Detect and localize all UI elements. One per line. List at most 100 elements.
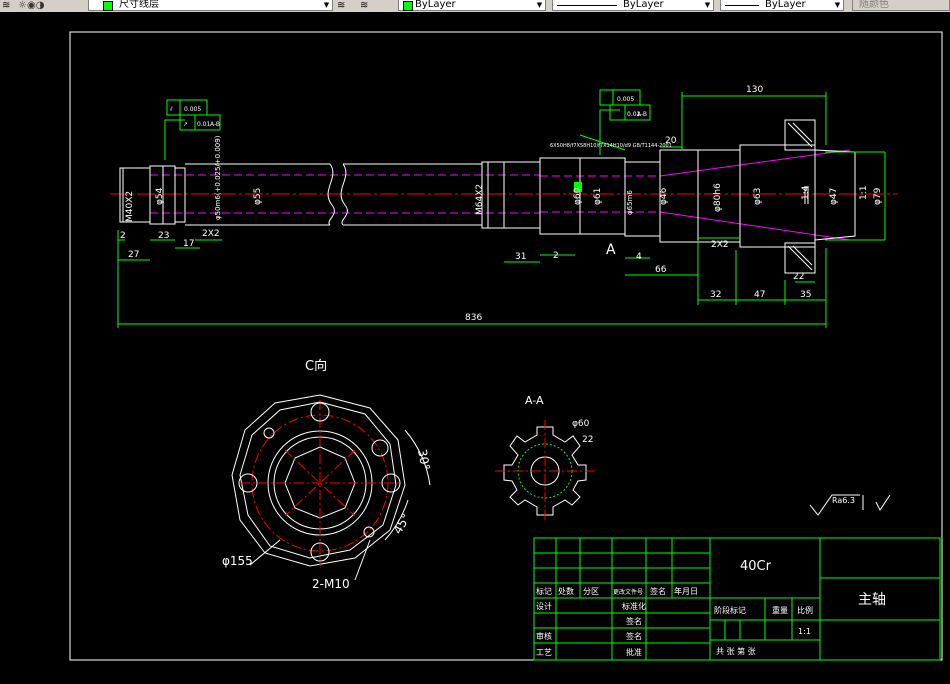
angle-45: 45°: [390, 511, 413, 536]
chevron-down-icon: ▼: [704, 1, 711, 9]
dim-17: 17: [183, 239, 194, 249]
spline-note: 6X50H8/f7X58H10/f7X14H10/d9 GB/T1144-200…: [550, 143, 672, 149]
dim-130: 130: [746, 85, 763, 95]
dim-phi54: φ54: [155, 187, 165, 205]
chevron-down-icon: ▼: [536, 1, 543, 9]
dim-phi60: φ60: [573, 187, 583, 205]
dim-2-left: 2: [120, 231, 126, 241]
linetype-dropdown[interactable]: ByLayer ▼: [552, 0, 714, 11]
color-value: ByLayer: [415, 0, 456, 10]
plotstyle-dropdown[interactable]: 随颜色: [852, 0, 950, 11]
layer-color-swatch: [103, 1, 113, 11]
taper-bore-bottom: [659, 211, 851, 241]
dim-phi63: φ63: [753, 188, 763, 205]
view-c: C向 φ155 2-M10 30° 45°: [222, 358, 433, 591]
layer-state-icons[interactable]: ☼◉◑: [18, 0, 44, 11]
shaft-main-view: [110, 119, 898, 274]
dim-2-mid: 2: [553, 251, 559, 261]
tol-left-sym2: ↗: [183, 121, 188, 128]
label-review: 审核: [536, 631, 552, 641]
dim-m64: M64X2: [475, 184, 485, 215]
dimension-lines: [117, 92, 886, 328]
dim-47: 47: [754, 290, 765, 300]
label-process: 工艺: [536, 648, 552, 657]
dim-phi46: φ46: [659, 187, 669, 205]
label-approve: 批准: [626, 647, 642, 657]
layer-previous-icon[interactable]: ≋: [360, 0, 368, 11]
flange-diameter: φ155: [222, 554, 253, 568]
label-sheets: 共 张 第 张: [716, 646, 756, 656]
linetype-preview: [557, 5, 617, 6]
label-count: 处数: [558, 586, 574, 596]
section-aa: A-A φ60 22: [495, 394, 595, 522]
dim-phi61: φ61: [593, 188, 603, 205]
label-change: 更改文件号: [613, 588, 643, 596]
tol-left-val1: 0.005: [184, 106, 201, 113]
dim-2x2-left: 2X2: [202, 229, 220, 239]
label-mark: 标记: [536, 586, 552, 596]
drawing-canvas[interactable]: 836 130 20 66 4 32 47 35 22 2X2 31 2 27 …: [0, 12, 950, 680]
section-phi60: φ60: [572, 419, 590, 429]
roughness-value: Ra6.3: [832, 496, 855, 505]
dim-phi55: φ55: [253, 188, 263, 205]
title-block-text: 40Cr 主轴 标记 处数 分区 更改文件号 签名 年月日 设计 标准化 签名 …: [536, 559, 886, 657]
cad-drawing[interactable]: 836 130 20 66 4 32 47 35 22 2X2 31 2 27 …: [0, 12, 950, 680]
label-sign3: 签名: [626, 631, 642, 641]
color-swatch: [403, 1, 413, 11]
dim-23: 23: [158, 231, 169, 241]
dim-2x2-right: 2X2: [711, 240, 729, 250]
layer-name: 尺寸线层: [119, 0, 159, 10]
view-c-title: C向: [305, 358, 327, 374]
label-sign: 签名: [650, 586, 666, 596]
tol-left-ref: A-B: [210, 121, 220, 128]
dim-22: 22: [793, 272, 804, 282]
material: 40Cr: [740, 559, 772, 574]
label-standardize: 标准化: [622, 601, 646, 611]
tolerance-text: ⫽ 0.005 ↗ 0.01 A-B 0.005 0.01 A-B 6X50H8…: [169, 96, 672, 149]
label-weight: 重量: [772, 605, 788, 615]
plotstyle-value: 随颜色: [859, 0, 889, 10]
label-sign2: 签名: [626, 616, 642, 626]
color-dropdown[interactable]: ByLayer ▼: [398, 0, 546, 11]
dim-taper: 1:4: [801, 185, 811, 200]
dim-phi79: φ79: [873, 187, 883, 205]
dim-phi80: φ80h6: [713, 183, 723, 212]
dim-35: 35: [800, 290, 811, 300]
taper-bore-top: [659, 149, 851, 177]
dim-phi65: φ65m6: [626, 190, 634, 215]
tol-right-val1: 0.005: [617, 96, 634, 103]
scale-value: 1:1: [798, 627, 811, 636]
roughness-symbol: Ra6.3: [809, 494, 891, 516]
dim-phi50: φ50m6(+0.025/+0.009): [214, 135, 222, 220]
dim-32: 32: [710, 290, 721, 300]
dimension-text: 836 130 20 66 4 32 47 35 22 2X2 31 2 27 …: [120, 85, 811, 323]
dim-31: 31: [515, 252, 526, 262]
tol-left-sym: ⫽: [169, 106, 173, 113]
label-zone: 分区: [583, 587, 599, 596]
part-name: 主轴: [858, 592, 886, 608]
dim-m40: M40X2: [125, 191, 135, 222]
label-design: 设计: [536, 601, 552, 611]
label-stage: 阶段标记: [714, 605, 746, 615]
layer-manager-icon[interactable]: ≋: [2, 0, 10, 11]
label-scale: 比例: [797, 605, 813, 615]
linetype-value: ByLayer: [623, 0, 664, 10]
tol-right-ref: A-B: [637, 111, 647, 118]
dim-tol: 1:1: [859, 186, 869, 200]
section-aa-title: A-A: [525, 394, 544, 407]
layer-dropdown[interactable]: 尺寸线层 ▼: [88, 0, 333, 11]
lineweight-dropdown[interactable]: ByLayer ▼: [720, 0, 844, 11]
angle-30: 30°: [415, 448, 432, 471]
label-date: 年月日: [674, 586, 698, 596]
make-layer-current-icon[interactable]: ≋: [337, 0, 345, 11]
section-22: 22: [582, 435, 593, 445]
section-mark-a: A: [606, 242, 616, 258]
chevron-down-icon: ▼: [834, 1, 841, 9]
tol-left-val2: 0.01: [197, 121, 211, 128]
dim-4: 4: [636, 252, 642, 262]
dim-phi47: φ47: [829, 188, 839, 205]
lineweight-preview: [725, 5, 759, 6]
chevron-down-icon: ▼: [323, 1, 330, 9]
dim-836: 836: [465, 313, 482, 323]
flange-holes: 2-M10: [312, 577, 350, 591]
